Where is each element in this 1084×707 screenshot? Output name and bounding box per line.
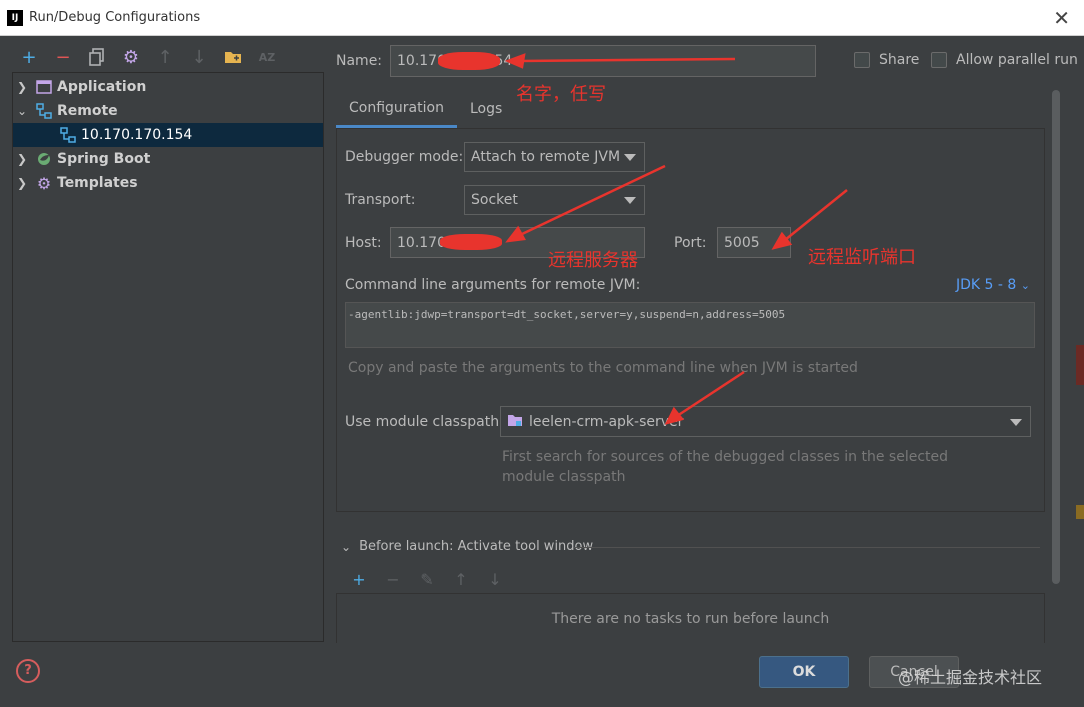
background-window-edge (1076, 505, 1084, 519)
annotation-name-note: 名字，任写 (516, 84, 606, 105)
annotation-arrows (504, 53, 848, 425)
annotation-host-note: 远程服务器 (548, 250, 638, 271)
annotation-port-note: 远程监听端口 (808, 247, 916, 268)
background-window-edge (1076, 345, 1084, 385)
watermark: @稀土掘金技术社区 (898, 668, 1043, 687)
